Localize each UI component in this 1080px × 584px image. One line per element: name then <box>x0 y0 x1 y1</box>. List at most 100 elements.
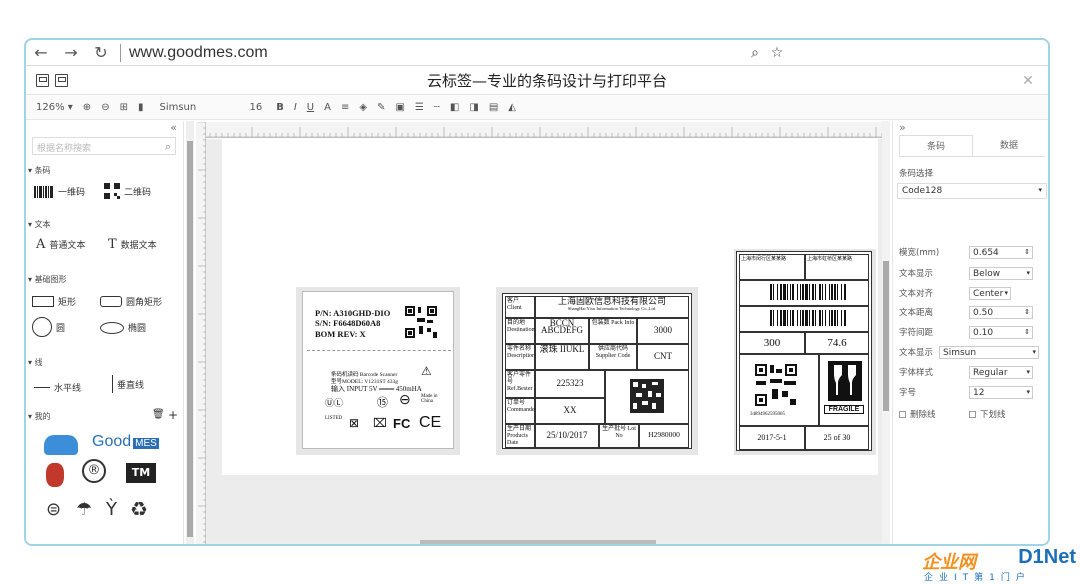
h-scroll-thumb[interactable] <box>420 540 656 544</box>
zoom-in-icon[interactable]: ⊕ <box>83 102 91 113</box>
strike-checkbox[interactable]: 删除线 <box>899 408 969 420</box>
font-size-select[interactable]: 16 <box>249 102 262 113</box>
forward-icon[interactable]: → <box>56 43 86 62</box>
qrcode-icon <box>104 183 120 199</box>
app-titlebar: 云标签—专业的条码设计与打印平台 ✕ <box>26 67 1048 95</box>
layer-up-icon[interactable]: ◧ <box>450 102 459 113</box>
expand-right-icon[interactable]: » <box>899 121 906 134</box>
serial-text: 34894962595005 <box>750 412 785 417</box>
module-width-input[interactable]: 0.654 ⇕ <box>969 245 1033 259</box>
font-select[interactable]: Simsun <box>159 102 239 113</box>
plain-text-item[interactable]: A 普通文本 <box>36 237 85 252</box>
back-icon[interactable]: ← <box>26 43 56 62</box>
barcode-row-1 <box>739 280 869 306</box>
ref-value: 225323 <box>535 370 605 398</box>
pen-icon[interactable]: ✎ <box>377 102 385 113</box>
rect-item[interactable]: 矩形 <box>32 295 76 308</box>
right-scrollbar[interactable] <box>882 121 890 544</box>
recycle-icon[interactable]: ♻ <box>130 497 148 521</box>
section-barcode[interactable]: ▾ 条码 <box>28 165 51 176</box>
shipping-label[interactable]: 客户 Client 上海固欧信息科技有限公司 ShangHai Yixu Inf… <box>502 293 692 449</box>
umbrella-icon[interactable]: ☂ <box>76 499 92 520</box>
text-distance-input[interactable]: 0.50 ⇕ <box>969 305 1033 319</box>
add-icon[interactable]: + <box>168 408 178 422</box>
right-scroll-thumb[interactable] <box>883 261 889 411</box>
line-style-icon[interactable]: ☰ <box>415 102 424 113</box>
section-mine[interactable]: ▾ 我的 <box>28 411 51 422</box>
vline-item[interactable]: 垂直线 <box>112 375 144 393</box>
group-icon[interactable]: ▤ <box>489 102 498 113</box>
dash-icon[interactable]: ┄ <box>434 102 440 113</box>
circle-item[interactable]: 圆 <box>32 317 65 337</box>
goodmes-logo[interactable]: Good MES <box>92 433 159 451</box>
fragile-cell: FRAGILE <box>819 354 869 426</box>
text-align-select[interactable]: Center ▾ <box>969 286 1011 300</box>
left-scrollbar[interactable] <box>186 121 194 544</box>
zoom-icon[interactable]: ⌕ <box>744 45 766 61</box>
italic-button[interactable]: I <box>294 102 297 113</box>
reload-icon[interactable]: ↻ <box>86 43 116 62</box>
label-2-wrapper[interactable]: 客户 Client 上海固欧信息科技有限公司 ShangHai Yixu Inf… <box>496 287 698 455</box>
recycle-s-icon[interactable]: ⊜ <box>46 499 61 520</box>
fit-icon[interactable]: ⊞ <box>120 102 128 113</box>
url-text[interactable]: www.goodmes.com <box>129 44 744 62</box>
font-style-select[interactable]: Regular ▾ <box>969 365 1033 379</box>
bold-button[interactable]: B <box>276 102 284 113</box>
label-1-wrapper[interactable]: P/N: A310GHD-DIO S/N: F6648D60A8 BOM REV… <box>296 287 460 455</box>
seal-icon[interactable] <box>46 463 64 487</box>
border-icon[interactable]: ▣ <box>395 102 404 113</box>
close-icon[interactable]: ✕ <box>1008 73 1048 89</box>
hline-item[interactable]: 水平线 <box>34 381 81 394</box>
left-scroll-thumb[interactable] <box>187 141 193 537</box>
tab-data[interactable]: 数据 <box>973 135 1045 156</box>
prop-decorations: 删除线 下划线 <box>899 407 1045 421</box>
registered-icon[interactable]: ® <box>82 459 106 483</box>
barcode-1d-item[interactable]: 一维码 <box>34 185 85 198</box>
trash-icon[interactable]: 🗑 <box>152 409 165 420</box>
horizontal-scrollbar[interactable] <box>206 540 888 544</box>
label-canvas[interactable]: P/N: A310GHD-DIO S/N: F6648D60A8 BOM REV… <box>222 139 878 475</box>
search-icon[interactable]: ⌕ <box>165 140 171 154</box>
prop-font-style: 字体样式 Regular ▾ <box>899 365 1045 379</box>
font-size-select-2[interactable]: 12 ▾ <box>969 385 1033 399</box>
zoom-out-icon[interactable]: ⊖ <box>101 102 109 113</box>
char-spacing-input[interactable]: 0.10 ⇕ <box>969 325 1033 339</box>
zoom-select[interactable]: 126% ▾ <box>36 102 73 113</box>
glass-icon[interactable]: Ỳ <box>106 499 117 520</box>
save-icon[interactable] <box>36 74 49 87</box>
tab-barcode[interactable]: 条码 <box>899 135 973 156</box>
ellipse-icon <box>100 321 124 334</box>
section-shapes[interactable]: ▾ 基础图形 <box>28 274 67 285</box>
horizontal-ruler <box>203 122 888 138</box>
chart-icon[interactable]: ◭ <box>508 102 516 113</box>
from-cell: 上海市闵行区某某路 <box>739 254 805 280</box>
section-text[interactable]: ▾ 文本 <box>28 219 51 230</box>
rect-icon <box>32 296 54 307</box>
prop-text-distance: 文本距离 0.50 ⇕ <box>899 305 1045 319</box>
barcode-type-select[interactable]: Code128 ▾ <box>897 183 1047 199</box>
fill-icon[interactable]: ◈ <box>359 102 367 113</box>
align-icon[interactable]: ≡ <box>341 102 349 113</box>
round-rect-item[interactable]: 圆角矩形 <box>100 295 162 308</box>
save-as-icon[interactable] <box>55 74 68 87</box>
underline-button[interactable]: U <box>307 102 314 113</box>
underline-checkbox[interactable]: 下划线 <box>969 408 1006 420</box>
layer-down-icon[interactable]: ◨ <box>469 102 478 113</box>
bookmark-star-icon[interactable]: ☆ <box>766 45 788 61</box>
data-text-item[interactable]: T 数据文本 <box>108 237 157 252</box>
qrcode-item[interactable]: 二维码 <box>104 183 151 199</box>
ellipse-item[interactable]: 椭圆 <box>100 321 146 334</box>
product-label[interactable]: P/N: A310GHD-DIO S/N: F6648D60A8 BOM REV… <box>302 291 454 449</box>
delete-icon[interactable]: ▮ <box>138 102 144 113</box>
search-input[interactable]: 根据名称搜索 ⌕ <box>32 137 176 155</box>
section-line[interactable]: ▾ 线 <box>28 357 43 368</box>
collapse-left-icon[interactable]: « <box>170 121 177 134</box>
text-display-select[interactable]: Below ▾ <box>969 266 1033 280</box>
text-color-button[interactable]: A <box>324 102 331 113</box>
label-3-wrapper[interactable]: 上海市闵行区某某路 上海市虹桥区某某路 300 74.6 34894962595… <box>734 249 876 455</box>
logistics-label[interactable]: 上海市闵行区某某路 上海市虹桥区某某路 300 74.6 34894962595… <box>736 251 872 451</box>
cloud-logo-icon[interactable] <box>44 435 78 455</box>
trademark-icon[interactable]: TM <box>126 463 156 483</box>
font-family-select[interactable]: Simsun ▾ <box>939 345 1039 359</box>
company-cell: 上海固欧信息科技有限公司 ShangHai Yixu Information T… <box>535 296 689 318</box>
